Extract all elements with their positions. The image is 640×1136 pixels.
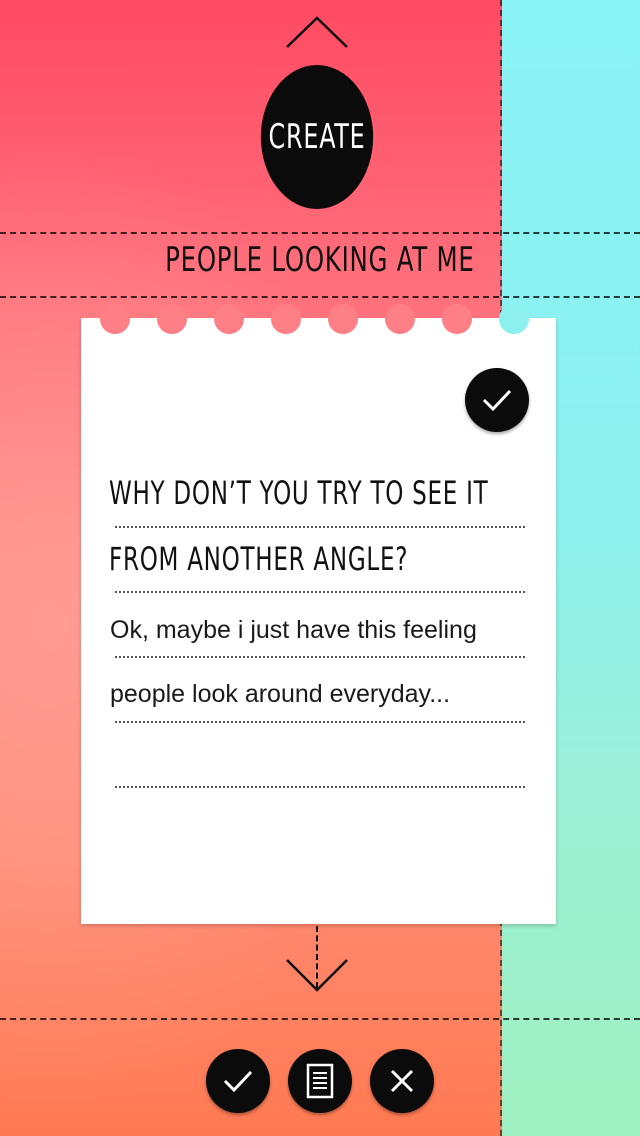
create-button[interactable]: CREATE: [260, 65, 374, 209]
note-rule: [115, 591, 525, 593]
footer-divider: [0, 1018, 640, 1020]
category-top-divider: [0, 232, 640, 234]
chevron-up-icon[interactable]: [282, 14, 352, 54]
confirm-button[interactable]: [206, 1049, 270, 1113]
category-title-text: PEOPLE LOOKING AT ME: [165, 240, 475, 280]
note-rule: [115, 656, 525, 658]
note-scallop: [214, 304, 244, 334]
note-scallop: [385, 304, 415, 334]
document-icon: [306, 1063, 334, 1099]
note-card: WHY DON’T YOU TRY TO SEE IT FROM ANOTHER…: [81, 304, 556, 924]
category-title[interactable]: PEOPLE LOOKING AT ME: [0, 240, 640, 280]
check-icon: [223, 1070, 253, 1093]
close-icon: [390, 1069, 414, 1093]
question-line-2: FROM ANOTHER ANGLE?: [109, 540, 529, 578]
note-rule: [115, 721, 525, 723]
answer-line-1[interactable]: Ok, maybe i just have this feeling: [110, 616, 530, 645]
answer-line-2[interactable]: people look around everyday...: [110, 680, 530, 709]
note-scallop: [100, 304, 130, 334]
create-button-label: CREATE: [268, 117, 366, 157]
chevron-down-icon[interactable]: [282, 954, 352, 994]
cancel-button[interactable]: [370, 1049, 434, 1113]
note-scallop: [157, 304, 187, 334]
note-scallop: [271, 304, 301, 334]
note-scallop: [328, 304, 358, 334]
question-line-1: WHY DON’T YOU TRY TO SEE IT: [109, 474, 529, 512]
note-rule: [115, 786, 525, 788]
category-bottom-divider: [0, 296, 640, 298]
note-done-button[interactable]: [465, 368, 529, 432]
note-scallop: [442, 304, 472, 334]
question-text-1: WHY DON’T YOU TRY TO SEE IT: [109, 474, 489, 512]
note-scallop: [499, 304, 529, 334]
note-rule: [115, 526, 525, 528]
check-icon: [482, 389, 512, 412]
notes-button[interactable]: [288, 1049, 352, 1113]
question-text-2: FROM ANOTHER ANGLE?: [109, 540, 409, 578]
